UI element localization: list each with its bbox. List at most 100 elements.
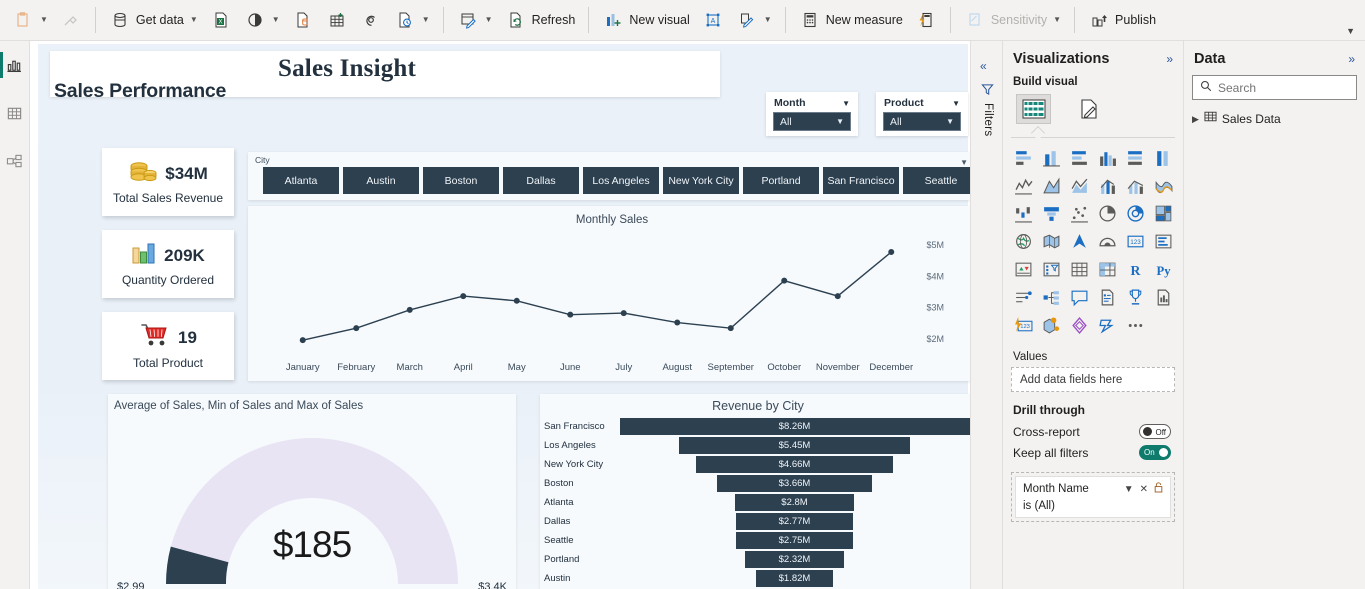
metrics-icon[interactable]: [1121, 285, 1149, 310]
paste-button[interactable]: ▼: [6, 5, 54, 35]
close-icon[interactable]: ✕: [1140, 484, 1148, 495]
collapse-data-pane-icon[interactable]: »: [1348, 52, 1355, 66]
keep-all-filters-toggle[interactable]: On: [1139, 445, 1171, 460]
total-product-card[interactable]: 19 Total Product: [102, 312, 234, 380]
line-data-point[interactable]: [353, 325, 360, 332]
clustered-column-chart-icon[interactable]: [1093, 145, 1121, 170]
table-icon[interactable]: [1065, 257, 1093, 282]
chevron-down-icon[interactable]: ▼: [946, 117, 954, 126]
funnel-bar[interactable]: $2.77M: [735, 513, 854, 530]
recent-sources-button[interactable]: ▼: [388, 5, 436, 35]
month-slicer-value-box[interactable]: All ▼: [773, 112, 851, 131]
quantity-ordered-card[interactable]: 209K Quantity Ordered: [102, 230, 234, 298]
stacked-area-chart-icon[interactable]: [1065, 173, 1093, 198]
funnel-bar[interactable]: $5.45M: [679, 437, 910, 454]
ribbon-collapse-caret[interactable]: ▼: [1346, 26, 1355, 36]
funnel-bar[interactable]: $2.8M: [735, 494, 854, 511]
monthly-sales-line-chart[interactable]: Monthly Sales $5M $4M $3M $2M January Februar…: [248, 206, 970, 381]
city-slicer-tile[interactable]: Boston: [423, 167, 499, 194]
cross-report-toggle[interactable]: Off: [1139, 424, 1171, 439]
city-slicer-tile[interactable]: San Francisco: [823, 167, 899, 194]
transform-data-caret[interactable]: ▼: [485, 16, 493, 24]
dataset-caret[interactable]: ▼: [272, 16, 280, 24]
slicer-icon[interactable]: [1037, 257, 1065, 282]
funnel-bar[interactable]: $8.26M: [619, 418, 970, 435]
funnel-bar[interactable]: $1.82M: [755, 570, 834, 587]
clustered-bar-chart-icon[interactable]: [1065, 145, 1093, 170]
paste-caret[interactable]: ▼: [40, 16, 48, 24]
azure-stream-icon[interactable]: [1093, 313, 1121, 338]
scatter-chart-icon[interactable]: [1065, 201, 1093, 226]
sales-gauge-card[interactable]: Average of Sales, Min of Sales and Max o…: [108, 394, 516, 589]
excel-workbook-button[interactable]: X: [204, 5, 238, 35]
100-stacked-column-chart-icon[interactable]: [1149, 145, 1177, 170]
new-visual-button[interactable]: New visual: [596, 5, 695, 35]
refresh-button[interactable]: Refresh: [499, 5, 582, 35]
values-dropzone[interactable]: Add data fields here: [1011, 367, 1175, 392]
chevron-down-icon[interactable]: ▼: [842, 99, 850, 108]
more-visuals-button[interactable]: ▼: [730, 5, 778, 35]
treemap-icon[interactable]: [1149, 201, 1177, 226]
power-automate-icon[interactable]: [1065, 313, 1093, 338]
funnel-bar[interactable]: $4.66M: [695, 456, 894, 473]
city-slicer-tile[interactable]: Los Angeles: [583, 167, 659, 194]
line-data-point[interactable]: [567, 311, 574, 318]
more-options-icon[interactable]: [1121, 313, 1149, 338]
product-slicer-value-box[interactable]: All ▼: [883, 112, 961, 131]
line-data-point[interactable]: [513, 297, 520, 304]
city-slicer-tile[interactable]: Atlanta: [263, 167, 339, 194]
line-data-point[interactable]: [620, 310, 627, 317]
smart-narrative-icon[interactable]: 123: [1009, 313, 1037, 338]
100-stacked-bar-chart-icon[interactable]: [1121, 145, 1149, 170]
filter-icon[interactable]: [981, 83, 994, 101]
city-slicer-tile[interactable]: Austin: [343, 167, 419, 194]
waterfall-chart-icon[interactable]: [1009, 201, 1037, 226]
power-apps-icon[interactable]: [1037, 313, 1065, 338]
collapse-visualizations-icon[interactable]: »: [1166, 52, 1173, 66]
funnel-bar[interactable]: $2.32M: [745, 551, 844, 568]
quick-measure-button[interactable]: [909, 5, 943, 35]
product-slicer[interactable]: Product ▼ All ▼: [876, 92, 968, 136]
arcgis-map-icon[interactable]: [1093, 229, 1121, 254]
matrix-icon[interactable]: [1093, 257, 1121, 282]
stacked-column-chart-icon[interactable]: [1037, 145, 1065, 170]
line-data-point[interactable]: [674, 319, 681, 326]
line-clustered-column-chart-icon[interactable]: [1121, 173, 1149, 198]
line-data-point[interactable]: [781, 277, 788, 284]
line-chart-icon[interactable]: [1009, 173, 1037, 198]
azure-map-icon[interactable]: [1065, 229, 1093, 254]
revenue-by-city-funnel[interactable]: Revenue by City San Francisco $8.26M Los A…: [540, 394, 970, 589]
funnel-bar[interactable]: $3.66M: [716, 475, 873, 492]
line-data-point[interactable]: [299, 337, 306, 344]
line-data-point[interactable]: [406, 306, 413, 313]
line-data-point[interactable]: [888, 249, 895, 256]
city-slicer-tile[interactable]: New York City: [663, 167, 739, 194]
city-slicer-tile[interactable]: Seattle: [903, 167, 970, 194]
sql-server-button[interactable]: [286, 5, 320, 35]
sensitivity-caret[interactable]: ▼: [1053, 16, 1061, 24]
transform-data-button[interactable]: ▼: [451, 5, 499, 35]
python-visual-icon[interactable]: Py: [1149, 257, 1177, 282]
publish-button[interactable]: Publish: [1082, 5, 1162, 35]
drill-through-filter-card[interactable]: Month Name ▼ ✕ is (All): [1011, 472, 1175, 522]
kpi-icon[interactable]: [1009, 257, 1037, 282]
paginated-report-icon[interactable]: [1149, 285, 1177, 310]
sales-data-table-node[interactable]: ▶ Sales Data: [1184, 100, 1365, 128]
funnel-chart-icon[interactable]: [1037, 201, 1065, 226]
city-slicer-tile[interactable]: Portland: [743, 167, 819, 194]
enter-data-button[interactable]: [320, 5, 354, 35]
get-data-button[interactable]: Get data ▼: [103, 5, 204, 35]
line-data-point[interactable]: [727, 325, 734, 332]
sensitivity-button[interactable]: Sensitivity ▼: [958, 5, 1067, 35]
get-data-caret[interactable]: ▼: [190, 16, 198, 24]
line-stacked-column-chart-icon[interactable]: [1093, 173, 1121, 198]
line-data-point[interactable]: [460, 293, 467, 300]
key-influencers-icon[interactable]: [1009, 285, 1037, 310]
city-slicer-tile[interactable]: Dallas: [503, 167, 579, 194]
chevron-down-icon[interactable]: ▼: [952, 99, 960, 108]
search-input[interactable]: [1218, 80, 1338, 95]
expand-filters-icon[interactable]: «: [980, 59, 987, 73]
month-slicer[interactable]: Month ▼ All ▼: [766, 92, 858, 136]
new-measure-button[interactable]: New measure: [793, 5, 909, 35]
r-script-visual-icon[interactable]: R: [1121, 257, 1149, 282]
